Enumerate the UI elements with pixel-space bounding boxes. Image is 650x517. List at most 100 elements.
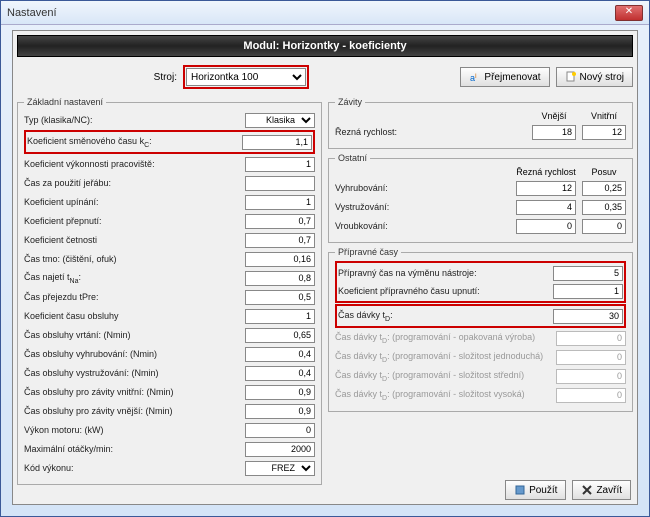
apply-icon <box>514 484 526 496</box>
setting-row: Čas obsluhy pro závity vnitřní: (Nmin) <box>24 383 315 401</box>
close-button[interactable]: Zavřít <box>572 480 631 500</box>
setting-label: Čas obsluhy vrtání: (Nmin) <box>24 330 245 340</box>
setting-label: Koeficient četnosti <box>24 235 245 245</box>
setting-label: Čas obsluhy pro závity vnitřní: (Nmin) <box>24 387 245 397</box>
titlebar: Nastavení ✕ <box>1 1 649 25</box>
setting-input[interactable] <box>245 233 315 248</box>
setting-label: Koeficient směnového času kC: <box>27 136 242 149</box>
setting-input[interactable] <box>245 290 315 305</box>
window: Nastavení ✕ Modul: Horizontky - koeficie… <box>0 0 650 517</box>
apply-button[interactable]: Použít <box>505 480 566 500</box>
setting-row: Koeficient upínání: <box>24 193 315 211</box>
other-speed-input[interactable] <box>516 219 576 234</box>
other-row: Vystružování: <box>335 198 626 216</box>
prep-input[interactable] <box>553 266 623 281</box>
setting-label: Čas obsluhy pro závity vnější: (Nmin) <box>24 406 245 416</box>
machine-label: Stroj: <box>17 72 177 83</box>
setting-row: Maximální otáčky/min: <box>24 440 315 458</box>
setting-row: Čas přejezdu tPre: <box>24 288 315 306</box>
cutting-speed-row: Řezná rychlost: <box>335 123 626 141</box>
code-row: Kód výkonu: FREZ <box>24 459 315 477</box>
setting-row: Čas najetí tNa: <box>24 269 315 287</box>
prep-dim-input[interactable] <box>556 388 626 403</box>
other-row: Vyhrubování: <box>335 179 626 197</box>
close-icon[interactable]: ✕ <box>615 5 643 21</box>
other-feed-input[interactable] <box>582 219 626 234</box>
machine-row: Stroj: Horizontka 100 aI Přejmenovat Nov… <box>17 63 633 91</box>
prep-dim-input[interactable] <box>556 369 626 384</box>
setting-input[interactable] <box>245 214 315 229</box>
other-label: Vyhrubování: <box>335 183 516 193</box>
setting-label: Koeficient upínání: <box>24 197 245 207</box>
machine-select-wrap: Horizontka 100 <box>183 65 309 89</box>
setting-label: Výkon motoru: (kW) <box>24 425 245 435</box>
setting-label: Maximální otáčky/min: <box>24 444 245 454</box>
setting-input[interactable] <box>245 309 315 324</box>
other-feed-input[interactable] <box>582 200 626 215</box>
setting-input[interactable] <box>245 366 315 381</box>
type-label: Typ (klasika/NC): <box>24 115 245 125</box>
setting-label: Koeficient přepnutí: <box>24 216 245 226</box>
other-speed-input[interactable] <box>516 200 576 215</box>
other-speed-input[interactable] <box>516 181 576 196</box>
window-title: Nastavení <box>7 7 615 19</box>
setting-row: Koeficient výkonnosti pracoviště: <box>24 155 315 173</box>
batch-time-label: Čas dávky tD: <box>338 310 553 323</box>
prep-dim-label: Čas dávky tD: (programování - složitost … <box>335 370 556 383</box>
setting-input[interactable] <box>245 347 315 362</box>
close-footer-icon <box>581 484 593 496</box>
prep-dim-input[interactable] <box>556 350 626 365</box>
thread-outer-input[interactable] <box>532 125 576 140</box>
type-select[interactable]: Klasika <box>245 113 315 128</box>
setting-row: Čas obsluhy pro závity vnější: (Nmin) <box>24 402 315 420</box>
other-feed-input[interactable] <box>582 181 626 196</box>
setting-input[interactable] <box>242 135 312 150</box>
threads-legend: Závity <box>335 97 365 107</box>
prep-dim-row: Čas dávky tD: (programování - složitost … <box>335 367 626 385</box>
setting-input[interactable] <box>245 252 315 267</box>
setting-label: Čas za použití jeřábu: <box>24 178 245 188</box>
setting-input[interactable] <box>245 271 315 286</box>
rename-button[interactable]: aI Přejmenovat <box>460 67 549 87</box>
other-row: Vroubkování: <box>335 217 626 235</box>
setting-input[interactable] <box>245 176 315 191</box>
setting-input[interactable] <box>245 157 315 172</box>
prep-row: Přípravný čas na výměnu nástroje: <box>338 264 623 282</box>
batch-time-input[interactable] <box>553 309 623 324</box>
prep-dim-row: Čas dávky tD: (programování - složitost … <box>335 348 626 366</box>
thread-inner-input[interactable] <box>582 125 626 140</box>
setting-input[interactable] <box>245 385 315 400</box>
type-row: Typ (klasika/NC): Klasika <box>24 111 315 129</box>
new-machine-button[interactable]: Nový stroj <box>556 67 633 87</box>
setting-row: Výkon motoru: (kW) <box>24 421 315 439</box>
setting-input[interactable] <box>245 404 315 419</box>
setting-input[interactable] <box>245 423 315 438</box>
setting-label: Čas najetí tNa: <box>24 272 245 285</box>
setting-label: Čas přejezdu tPre: <box>24 292 245 302</box>
setting-input[interactable] <box>245 195 315 210</box>
setting-row: Čas za použití jeřábu: <box>24 174 315 192</box>
svg-text:I: I <box>475 74 477 80</box>
module-header: Modul: Horizontky - koeficienty <box>17 35 633 57</box>
code-select[interactable]: FREZ <box>245 461 315 476</box>
other-label: Vystružování: <box>335 202 516 212</box>
setting-label: Koeficient času obsluhy <box>24 311 245 321</box>
basic-settings-group: Základní nastavení Typ (klasika/NC): Kla… <box>17 97 322 485</box>
prep-dim-label: Čas dávky tD: (programování - opakovaná … <box>335 332 556 345</box>
threads-header: Vnější Vnitřní <box>335 111 626 121</box>
setting-row: Čas tmo: (čištění, ofuk) <box>24 250 315 268</box>
setting-label: Čas tmo: (čištění, ofuk) <box>24 254 245 264</box>
machine-select[interactable]: Horizontka 100 <box>186 68 306 86</box>
prep-label: Přípravný čas na výměnu nástroje: <box>338 268 553 278</box>
prep-label: Koeficient přípravného času upnutí: <box>338 286 553 296</box>
prep-input[interactable] <box>553 284 623 299</box>
prep-red-box-1: Přípravný čas na výměnu nástroje: Koefici… <box>335 261 626 303</box>
setting-input[interactable] <box>245 442 315 457</box>
content: Modul: Horizontky - koeficienty Stroj: H… <box>12 30 638 505</box>
prep-row: Koeficient přípravného času upnutí: <box>338 282 623 300</box>
prep-legend: Přípravné časy <box>335 247 401 257</box>
setting-label: Koeficient výkonnosti pracoviště: <box>24 159 245 169</box>
prep-dim-input[interactable] <box>556 331 626 346</box>
setting-input[interactable] <box>245 328 315 343</box>
setting-row: Čas obsluhy vystružování: (Nmin) <box>24 364 315 382</box>
